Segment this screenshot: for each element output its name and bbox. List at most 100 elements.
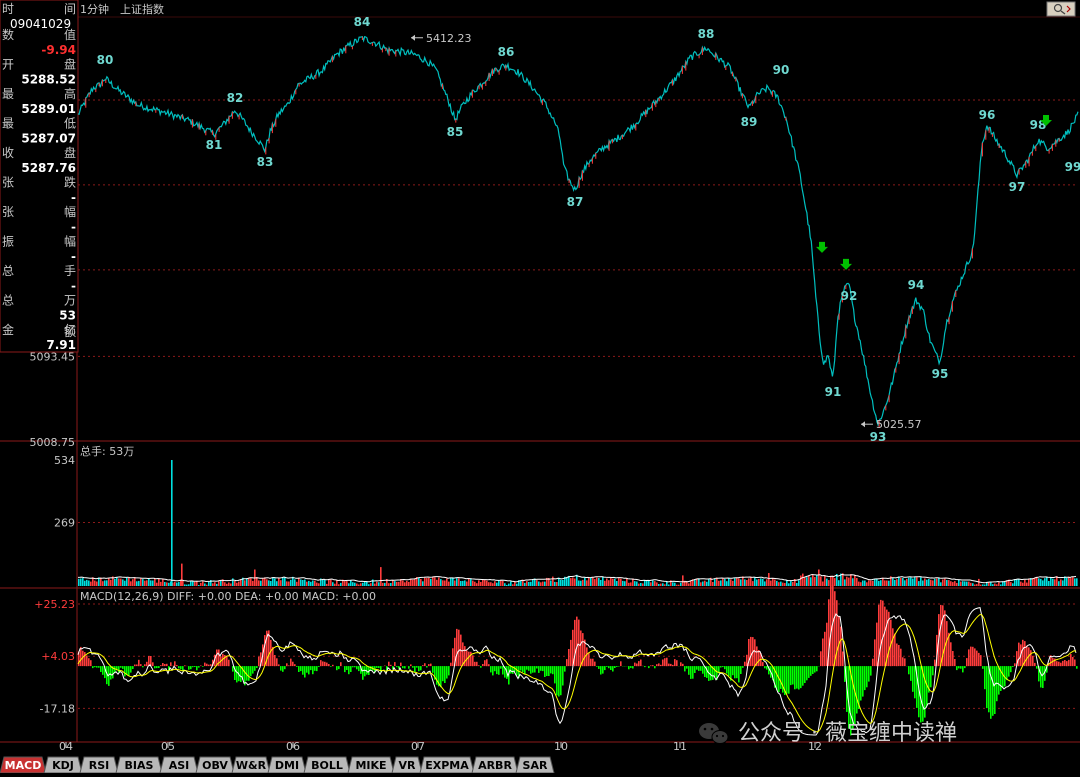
volume-bar [1036,577,1038,586]
volume-bar [878,581,880,586]
tab-label[interactable]: VR [399,759,417,772]
macd-bar [144,664,146,666]
volume-bar [572,578,574,587]
tab-label[interactable]: MIKE [355,759,386,772]
tab-label[interactable]: BIAS [125,759,154,772]
macd-bar [588,653,590,667]
tab-kdj[interactable]: KDJ [44,757,82,773]
volume-bar [488,582,490,586]
volume-bar [866,582,868,586]
tab-bias[interactable]: BIAS [116,757,162,773]
volume-bar [972,583,974,586]
volume-bar [758,579,760,586]
tab-expma[interactable]: EXPMA [420,757,474,773]
macd-bar [502,666,504,674]
volume-bar [712,582,714,586]
volume-bar [948,580,950,586]
macd-bar [288,665,290,666]
tab-boll[interactable]: BOLL [304,757,350,773]
macd-bar [320,660,322,666]
volume-bar [348,583,350,586]
macd-bar [1034,663,1036,666]
volume-bar [82,578,84,586]
volume-bar [334,584,336,586]
macd-y-tick: -17.18 [40,702,75,715]
tab-vr[interactable]: VR [392,757,422,773]
tab-dmi[interactable]: DMI [268,757,306,773]
macd-bar [480,666,482,668]
volume-bar [672,582,674,586]
volume-bar [580,581,582,586]
chart-canvas[interactable]: 1分钟 上证指数 时 间 09041029 额 数值-9.94开盘5288.52… [0,0,1080,773]
wechat-icon-eye [716,735,718,737]
macd-bar [950,642,952,666]
volume-bar [302,580,304,586]
info-row-label: 振 [2,235,14,249]
tab-label[interactable]: MACD [5,759,42,772]
volume-bar [526,581,528,586]
volume-bar [94,581,96,586]
pivot-label: 92 [841,289,858,303]
tab-label[interactable]: ARBR [478,759,512,772]
macd-bar [894,634,896,667]
volume-bar [266,579,268,586]
tab-label[interactable]: DMI [275,759,299,772]
volume-bar [202,581,204,586]
tab-label[interactable]: W&R [236,759,267,772]
zoom-icon[interactable] [1047,2,1075,16]
tab-label[interactable]: ASI [169,759,190,772]
tab-mike[interactable]: MIKE [348,757,394,773]
volume-bar [102,581,104,586]
tab-label[interactable]: BOLL [311,759,343,772]
tab-macd[interactable]: MACD [0,757,46,773]
macd-bar [616,666,618,667]
volume-bar [912,579,914,586]
volume-bar [290,580,292,586]
macd-bar [294,664,296,666]
tab-obv[interactable]: OBV [196,757,234,773]
macd-bar [904,658,906,666]
macd-bar [982,666,984,669]
macd-bar [208,665,210,667]
volume-bar [804,577,806,586]
volume-bar [996,584,998,586]
volume-bar [408,582,410,586]
volume-bar [238,582,240,586]
tab-label[interactable]: RSI [89,759,110,772]
volume-bar [974,585,976,587]
tab-wr[interactable]: W&R [232,757,270,773]
tab-label[interactable]: EXPMA [425,759,469,772]
tab-arbr[interactable]: ARBR [472,757,518,773]
macd-bar [670,664,672,666]
info-row-label: 开 [2,58,14,72]
macd-bar [820,651,822,666]
tab-asi[interactable]: ASI [160,757,198,773]
volume-bar [660,584,662,586]
chart-background [0,0,1080,773]
tab-label[interactable]: SAR [523,759,548,772]
macd-bar [788,666,790,694]
macd-bar [902,657,904,666]
tab-label[interactable]: KDJ [52,759,74,772]
tab-label[interactable]: OBV [202,759,228,772]
volume-bar [492,583,494,586]
volume-bar [680,583,682,586]
volume-bar [576,575,578,586]
macd-bar [864,666,866,690]
macd-bar [546,666,548,676]
tab-sar[interactable]: SAR [516,757,554,773]
volume-bar [424,578,426,586]
macd-bar [806,666,808,680]
macd-bar [610,666,612,670]
volume-bar [752,581,754,586]
volume-bar [966,582,968,586]
volume-bar [384,583,386,586]
tab-rsi[interactable]: RSI [80,757,118,773]
volume-bar [714,579,716,586]
volume-bar [234,581,236,586]
macd-bar [590,659,592,666]
macd-bar [488,664,490,666]
volume-bar [730,579,732,586]
macd-bar [476,662,478,666]
volume-bar [608,580,610,586]
